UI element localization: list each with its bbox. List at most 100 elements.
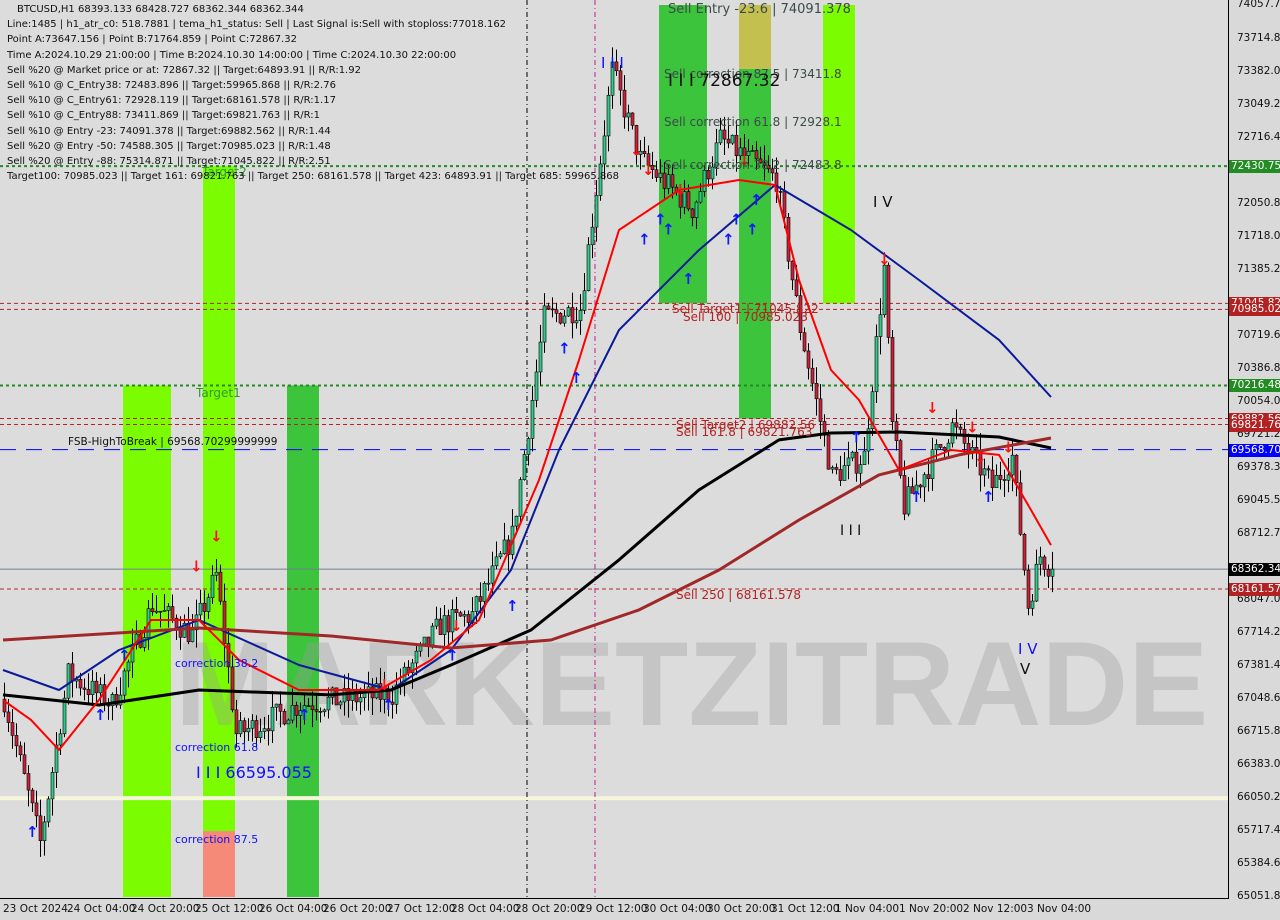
- candle-body: [726, 138, 731, 144]
- time-tick-label: 29 Oct 12:00: [579, 903, 648, 915]
- candle-body: [522, 454, 527, 480]
- candle-body: [358, 697, 363, 703]
- sell-arrow-icon: ↓: [878, 250, 891, 268]
- candle-body: [942, 447, 947, 451]
- candle-body: [558, 313, 563, 324]
- candle-body: [826, 434, 831, 470]
- time-tick-label: 31 Oct 12:00: [771, 903, 840, 915]
- candle-body: [1046, 569, 1051, 577]
- candle-body: [686, 191, 691, 210]
- target1-label: Target1: [196, 386, 241, 400]
- info-line: Sell %10 @ C_Entry88: 73411.869 || Targe…: [7, 110, 321, 122]
- buy-arrow-icon: ↑: [730, 211, 743, 229]
- candle-body: [546, 305, 551, 310]
- candle-body: [462, 614, 467, 617]
- candle-body: [310, 705, 315, 711]
- candle-body: [178, 629, 183, 638]
- candle-body: [530, 400, 535, 439]
- price-tick-label: 73714.860: [1237, 31, 1280, 44]
- sell-arrow-icon: ↓: [974, 448, 987, 466]
- point-c-label: I I I 72867.32: [668, 71, 781, 91]
- candle-body: [562, 315, 567, 324]
- signal-zone: [823, 5, 855, 304]
- candle-body: [574, 320, 579, 324]
- candle-body: [662, 172, 667, 189]
- candle-body: [86, 689, 91, 696]
- candle-body: [442, 615, 447, 635]
- chart-plot-area[interactable]: MARKETZITRADE ↑ ↑ ↓ ↓ ↑ ↑ ↓ ↑ ↓ ↑ ↑ ↑ ↑ ↓ ↓ ↑ ↑ ↑ ↑ ↓ ↑ ↑ ↑ ↓ ↑ ↓…: [0, 0, 1229, 899]
- sell-arrow-icon: ↓: [966, 419, 979, 437]
- candle-body: [202, 602, 207, 612]
- time-tick-label: 23 Oct 2024: [3, 903, 68, 915]
- correction-382-label: correction 38.2: [175, 657, 259, 670]
- candle-body: [170, 606, 175, 619]
- candle-body: [566, 307, 571, 317]
- buy-arrow-icon: ↑: [982, 488, 995, 506]
- candle-body: [578, 310, 583, 321]
- price-tick-label: 70719.615: [1237, 328, 1280, 341]
- wave3-low-label: I I I 66595.055: [196, 763, 312, 782]
- candle-body: [438, 618, 443, 635]
- candle-body: [938, 444, 943, 448]
- time-tick-label: 26 Oct 04:00: [259, 903, 328, 915]
- wave3-label: I I I: [840, 523, 862, 539]
- price-tick-label: 65051.845: [1237, 890, 1280, 902]
- candle-body: [482, 582, 487, 602]
- buy-arrow-icon: ↑: [746, 221, 759, 239]
- candle-body: [586, 244, 591, 292]
- candle-body: [238, 720, 243, 735]
- time-tick-label: 24 Oct 20:00: [131, 903, 200, 915]
- info-line: Line:1485 | h1_atr_c0: 518.7881 | tema_h…: [7, 19, 507, 31]
- candle-body: [474, 596, 479, 612]
- sell-arrow-icon: ↓: [450, 617, 463, 635]
- time-tick-label: 1 Nov 20:00: [899, 903, 964, 915]
- candle-body: [514, 515, 519, 527]
- buy-arrow-icon: ↑: [94, 706, 107, 724]
- sell-arrow-icon: ↓: [926, 399, 939, 417]
- wave4b-label: I V: [1018, 640, 1038, 658]
- buy-arrow-icon: ↑: [506, 597, 519, 615]
- candle-body: [122, 670, 127, 696]
- buy-arrow-icon: ↑: [910, 488, 923, 506]
- candle-body: [18, 745, 23, 756]
- candle-body: [266, 728, 271, 732]
- sell-arrow-icon: ↓: [642, 161, 655, 179]
- candle-body: [814, 382, 819, 400]
- candle-body: [58, 733, 63, 746]
- candle-body: [846, 457, 851, 466]
- candle-body: [1010, 454, 1015, 476]
- candle-body: [34, 802, 39, 817]
- buy-arrow-icon: ↑: [118, 647, 131, 665]
- price-level-tag: 70216.483: [1229, 379, 1280, 393]
- info-line: Sell %20 @ Entry -50: 74588.305 || Targe…: [7, 140, 331, 152]
- candle-body: [322, 709, 327, 712]
- candle-body: [802, 332, 807, 352]
- candle-body: [502, 539, 507, 555]
- candle-body: [98, 684, 103, 694]
- candle-body: [882, 264, 887, 316]
- price-tick-label: 70054.005: [1237, 394, 1280, 407]
- candle-body: [958, 426, 963, 430]
- price-tick-label: 67381.480: [1237, 659, 1280, 672]
- candle-body: [554, 309, 559, 314]
- candle-body: [318, 710, 323, 713]
- candle-body: [1026, 569, 1031, 609]
- candle-body: [186, 622, 191, 643]
- info-line: Point A:73647.156 | Point B:71764.859 | …: [7, 34, 297, 46]
- sell-correction-382-label: Sell correction 38.2 | 72483.8: [664, 158, 842, 172]
- candle-body: [166, 606, 171, 611]
- candle-body: [78, 679, 83, 689]
- candle-body: [490, 565, 495, 584]
- price-tick-label: 66050.260: [1237, 791, 1280, 804]
- candle-body: [1022, 533, 1027, 571]
- candle-body: [338, 701, 343, 706]
- candle-body: [926, 474, 931, 479]
- candle-body: [1002, 479, 1007, 481]
- time-tick-label: 30 Oct 20:00: [707, 903, 776, 915]
- candle-body: [414, 650, 419, 664]
- price-tick-label: 71718.030: [1237, 229, 1280, 242]
- sell-arrow-icon: ↓: [378, 676, 391, 694]
- price-level-tag: 72430.751: [1229, 160, 1280, 174]
- time-tick-label: 25 Oct 12:00: [195, 903, 264, 915]
- candle-body: [214, 571, 219, 576]
